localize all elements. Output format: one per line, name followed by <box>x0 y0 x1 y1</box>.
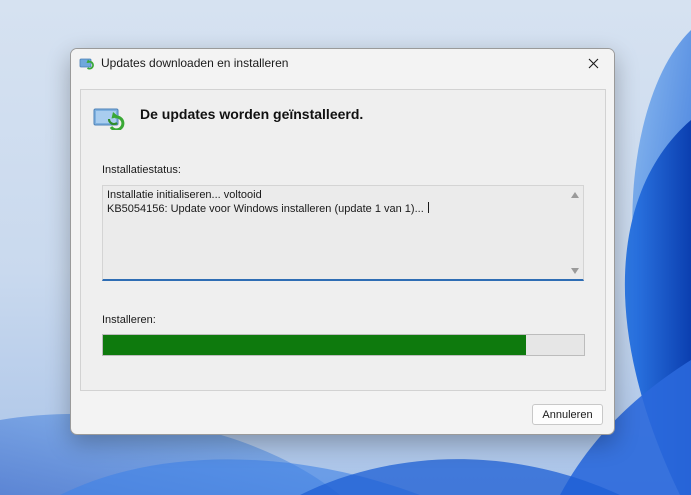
windows-update-icon <box>93 108 125 130</box>
close-icon <box>588 58 598 69</box>
desktop-background: Updates downloaden en installeren De upd… <box>0 0 691 495</box>
install-progress-fill <box>103 335 527 355</box>
installation-status-log[interactable]: Installatie initialiseren... voltooid KB… <box>102 185 584 281</box>
text-caret <box>427 202 429 213</box>
close-button[interactable] <box>572 49 614 78</box>
scroll-down-button[interactable] <box>566 264 583 278</box>
update-dialog: Updates downloaden en installeren De upd… <box>70 48 615 435</box>
window-title: Updates downloaden en installeren <box>101 56 289 70</box>
vertical-scrollbar[interactable] <box>566 186 583 280</box>
arrow-down-icon <box>570 268 579 274</box>
arrow-up-icon <box>570 192 579 198</box>
windows-update-icon <box>79 58 94 70</box>
status-line-text: KB5054156: Update voor Windows installer… <box>107 203 424 215</box>
cancel-button[interactable]: Annuleren <box>532 404 603 425</box>
status-log-text: Installatie initialiseren... voltooid KB… <box>107 189 563 216</box>
install-progress-bar <box>102 334 585 356</box>
content-panel: De updates worden geïnstalleerd. Install… <box>80 89 606 391</box>
status-line-current: KB5054156: Update voor Windows installer… <box>107 202 563 216</box>
status-line: Installatie initialiseren... voltooid <box>107 189 262 201</box>
installing-label: Installeren: <box>102 314 156 326</box>
title-bar[interactable]: Updates downloaden en installeren <box>71 49 614 78</box>
installation-status-label: Installatiestatus: <box>102 164 181 176</box>
page-title: De updates worden geïnstalleerd. <box>140 106 364 122</box>
scroll-up-button[interactable] <box>566 188 583 202</box>
